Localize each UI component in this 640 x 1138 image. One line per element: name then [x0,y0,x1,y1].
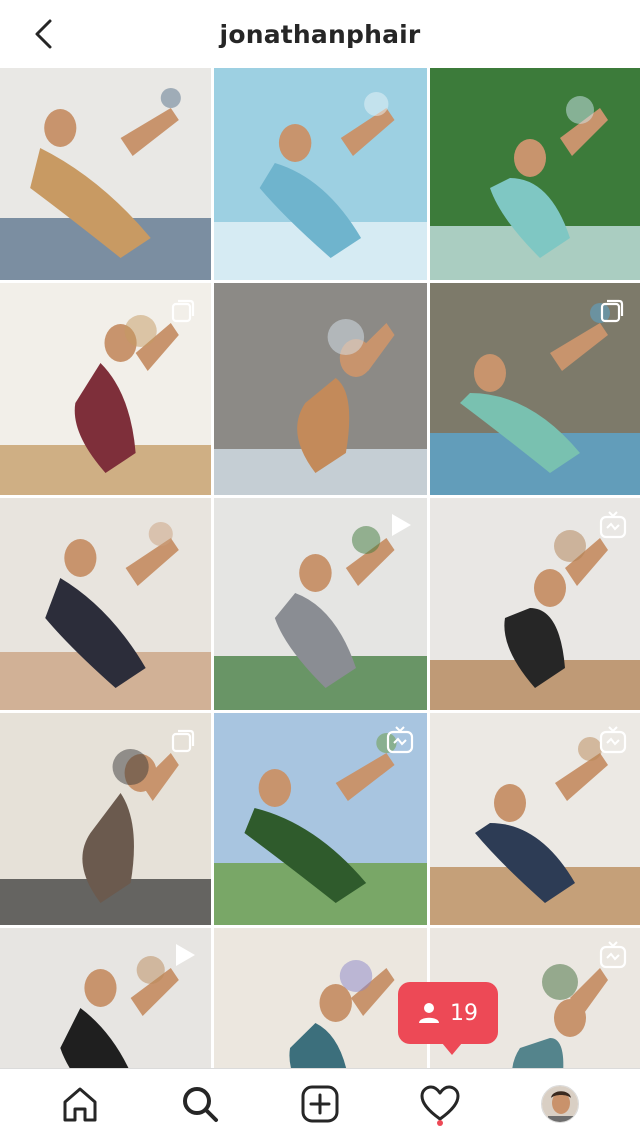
nav-activity-button[interactable] [408,1072,472,1136]
post-thumbnail [0,498,211,710]
nav-search-button[interactable] [168,1072,232,1136]
nav-profile-button[interactable] [528,1072,592,1136]
post-thumbnail [214,283,427,495]
follower-count: 19 [450,1000,478,1026]
igtv-badge [385,725,415,755]
chevron-left-icon [35,19,52,49]
video-play-icon [176,944,195,966]
post-thumbnail [430,68,640,280]
back-button[interactable] [28,18,60,50]
igtv-badge [598,510,628,540]
post-thumbnail [0,68,211,280]
carousel-icon [600,299,624,323]
video-play-icon [392,514,411,536]
carousel-icon [171,299,195,323]
post-inversion-doors[interactable] [430,498,640,710]
video-badge [385,510,415,540]
igtv-icon [599,511,627,539]
post-handstand-tunnel[interactable] [214,68,427,280]
person-icon [419,1003,439,1023]
top-bar: jonathanphair [0,0,640,68]
profile-avatar [541,1084,579,1123]
nav-new-post-button[interactable] [288,1072,352,1136]
post-grid [0,68,640,1068]
post-thumbnail [214,68,427,280]
heart-icon [420,1085,460,1120]
post-lunge-stretch[interactable] [430,713,640,925]
bottom-nav [0,1068,640,1138]
carousel-badge [169,295,199,325]
post-partner-yoga[interactable] [0,498,211,710]
post-arm-balance-mat[interactable] [0,713,211,925]
home-icon [63,1087,97,1121]
search-icon [183,1086,218,1122]
post-infinity-pool[interactable] [430,68,640,280]
igtv-icon [599,726,627,754]
nav-home-button[interactable] [48,1072,112,1136]
notification-dot [437,1119,443,1126]
igtv-badge [598,940,628,970]
post-assisted-stretch[interactable] [0,283,211,495]
carousel-icon [171,729,195,753]
igtv-badge [598,725,628,755]
post-neck-massage[interactable] [214,498,427,710]
post-crow-pose-blocks[interactable] [214,283,427,495]
carousel-badge [598,295,628,325]
igtv-icon [386,726,414,754]
video-badge [169,940,199,970]
post-climbing-hug[interactable] [430,283,640,495]
new-post-icon [301,1085,339,1122]
post-thumbnail [214,928,427,1068]
carousel-badge [169,725,199,755]
post-seated-yoga-blocks[interactable] [0,68,211,280]
post-twisted-lunge-dog[interactable] [214,928,427,1068]
igtv-icon [599,941,627,969]
activity-notification[interactable]: 19 [398,982,498,1055]
page-title: jonathanphair [219,19,421,49]
post-side-angle-pose[interactable] [0,928,211,1068]
post-meditation-outdoors[interactable] [214,713,427,925]
